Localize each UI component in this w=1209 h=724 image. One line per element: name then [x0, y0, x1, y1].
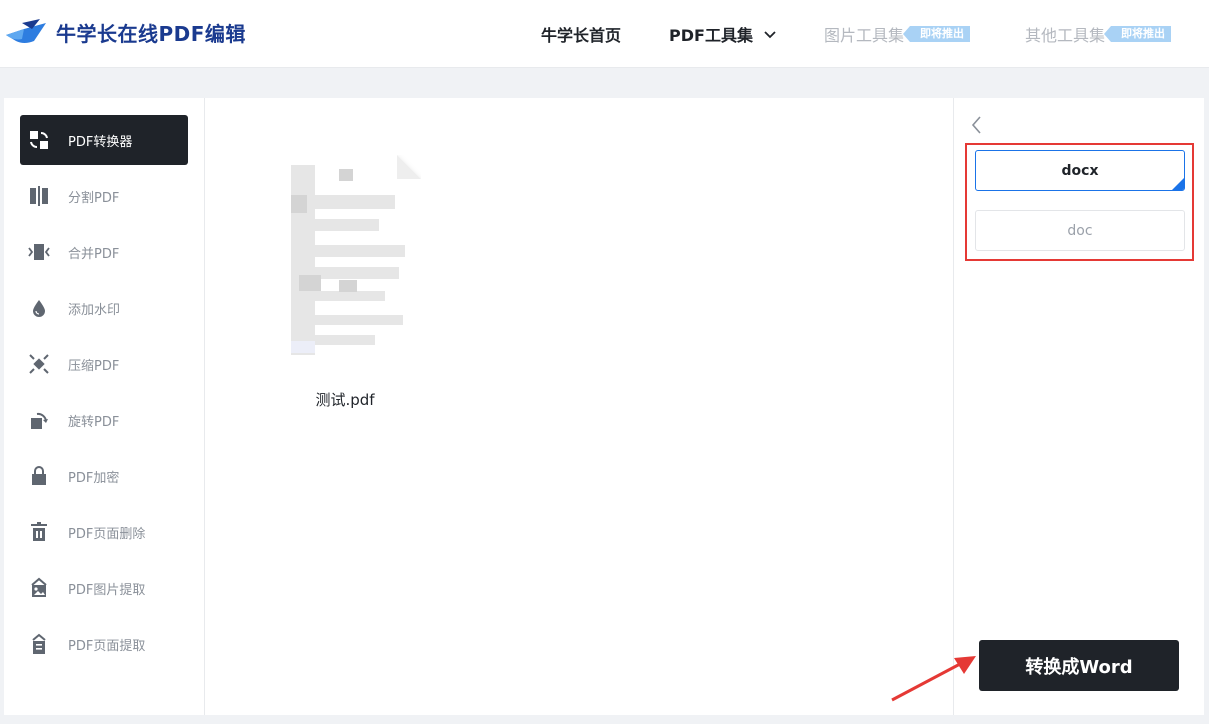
- convert-button-label: 转换成Word: [1025, 656, 1133, 678]
- format-option-docx[interactable]: docx: [975, 150, 1185, 191]
- nav-image-tools: 图片工具集 即将推出: [824, 0, 971, 68]
- sidebar-item-label: PDF图片提取: [68, 582, 146, 598]
- logo-text: 牛学长在线PDF编辑: [56, 22, 246, 46]
- file-name: 测试.pdf: [315, 391, 375, 409]
- merge-icon: [28, 241, 50, 263]
- sidebar-item-label: 旋转PDF: [68, 414, 120, 430]
- sidebar-item-rotate-pdf[interactable]: 旋转PDF: [20, 395, 188, 445]
- sidebar-item-pdf-encrypt[interactable]: PDF加密: [20, 451, 188, 501]
- coming-soon-badge: 即将推出: [903, 26, 971, 42]
- nav-home-label: 牛学长首页: [541, 26, 622, 45]
- sidebar-item-label: PDF转换器: [68, 134, 133, 150]
- pdf-thumbnail: [269, 155, 421, 367]
- sidebar-item-label: 压缩PDF: [68, 358, 120, 374]
- chevron-left-icon: [971, 116, 981, 134]
- sidebar-item-label: PDF页面删除: [68, 526, 146, 542]
- selected-corner-icon: [1172, 178, 1184, 190]
- nav-other-tools-label: 其他工具集: [1025, 26, 1106, 45]
- rotate-icon: [28, 409, 50, 431]
- sidebar-item-label: PDF加密: [68, 470, 120, 486]
- convert-icon: [28, 129, 50, 151]
- sidebar-item-image-extract[interactable]: PDF图片提取: [20, 563, 188, 613]
- nav-home-link[interactable]: 牛学长首页: [541, 0, 621, 68]
- back-button[interactable]: [968, 114, 986, 136]
- watermark-drop-icon: [28, 297, 50, 319]
- sidebar-item-compress-pdf[interactable]: 压缩PDF: [20, 339, 188, 389]
- nav-pdf-tools-menu[interactable]: PDF工具集: [669, 0, 777, 68]
- logo-icon: [4, 18, 48, 47]
- sidebar-item-pdf-converter[interactable]: PDF转换器: [20, 115, 188, 165]
- file-workspace: 测试.pdf: [205, 98, 953, 715]
- top-header: 牛学长在线PDF编辑 牛学长首页 PDF工具集 图片工具集 即将推出 其他工具集…: [0, 0, 1209, 68]
- nav-pdf-tools-label: PDF工具集: [669, 26, 753, 45]
- format-option-label: docx: [1061, 162, 1099, 179]
- coming-soon-badge: 即将推出: [1104, 26, 1172, 42]
- split-icon: [28, 185, 50, 207]
- lock-icon: [28, 465, 50, 487]
- sidebar-item-label: PDF页面提取: [68, 638, 146, 654]
- image-extract-icon: [28, 577, 50, 599]
- sidebar-item-split-pdf[interactable]: 分割PDF: [20, 171, 188, 221]
- annotation-arrow-icon: [891, 656, 976, 702]
- sidebar-item-label: 添加水印: [68, 302, 121, 318]
- format-option-doc[interactable]: doc: [975, 210, 1185, 251]
- sidebar-item-label: 分割PDF: [68, 190, 120, 206]
- logo[interactable]: 牛学长在线PDF编辑: [4, 18, 246, 47]
- convert-to-word-button[interactable]: 转换成Word: [979, 640, 1179, 691]
- sidebar-item-add-watermark[interactable]: 添加水印: [20, 283, 188, 333]
- nav-image-tools-label: 图片工具集: [824, 26, 905, 45]
- format-option-label: doc: [1067, 222, 1093, 239]
- format-selection-highlight: docx doc: [965, 143, 1194, 261]
- conversion-options-panel: docx doc 转换成Word: [953, 98, 1204, 715]
- pdf-file-card[interactable]: 测试.pdf: [265, 153, 425, 409]
- sidebar-item-merge-pdf[interactable]: 合并PDF: [20, 227, 188, 277]
- main-panel: PDF转换器 分割PDF 合并PDF 添加水印 压缩PDF 旋转PDF PDF加…: [4, 98, 1204, 715]
- page-extract-icon: [28, 633, 50, 655]
- trash-icon: [28, 521, 50, 543]
- sidebar-item-label: 合并PDF: [68, 246, 120, 262]
- chevron-down-icon: [763, 25, 777, 44]
- sidebar-item-page-delete[interactable]: PDF页面删除: [20, 507, 188, 557]
- nav-other-tools: 其他工具集 即将推出: [1025, 0, 1172, 68]
- sidebar-item-page-extract[interactable]: PDF页面提取: [20, 619, 188, 669]
- tool-sidebar: PDF转换器 分割PDF 合并PDF 添加水印 压缩PDF 旋转PDF PDF加…: [4, 98, 205, 715]
- compress-icon: [28, 353, 50, 375]
